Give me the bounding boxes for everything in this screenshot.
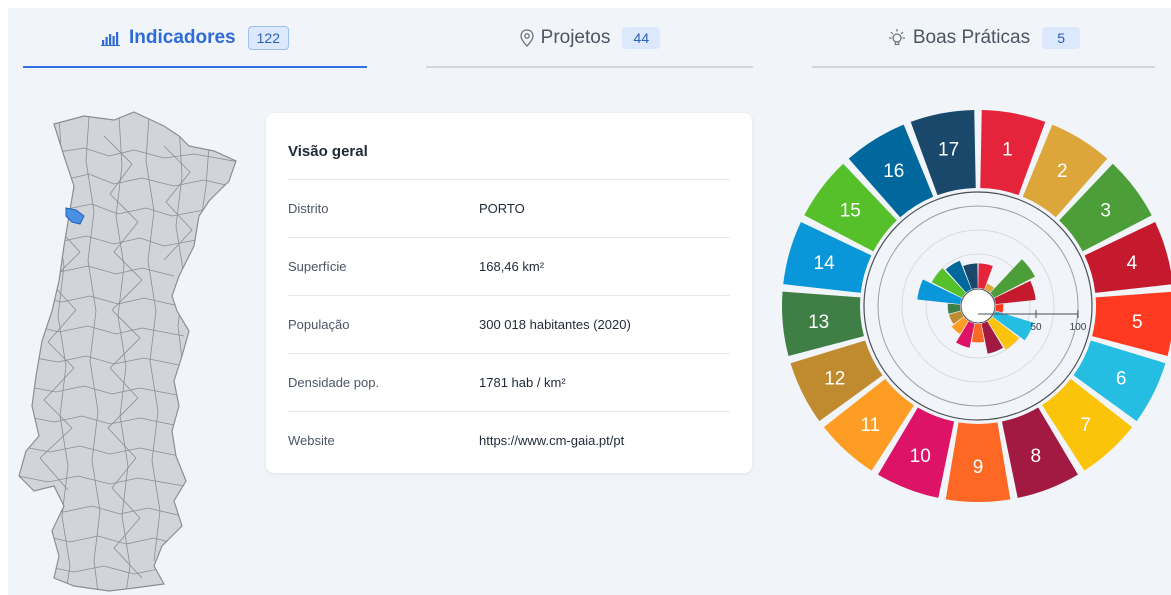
sdg-number-13: 13 (808, 312, 829, 333)
sdg-wheel: 1 2 3 4 5 6 7 8 9 10 11 12 13 14 15 16 17 50 100 (778, 106, 1171, 506)
tab-count-badge: 44 (622, 27, 661, 49)
scale-tick-label: 50 (1030, 322, 1042, 333)
sdg-number-6: 6 (1116, 368, 1127, 389)
tab-count-badge: 5 (1042, 27, 1081, 49)
map-land (18, 111, 237, 592)
overview-card: Visão geral Distrito PORTO Superfície 16… (266, 113, 752, 473)
info-value[interactable]: https://www.cm-gaia.pt/pt (479, 433, 624, 448)
tab-underline (23, 66, 367, 68)
sdg-number-15: 15 (840, 201, 861, 222)
info-label: População (288, 317, 350, 332)
portugal-municipalities-map[interactable] (14, 106, 250, 592)
info-value: 300 018 habitantes (2020) (479, 317, 631, 332)
info-row-website: Website https://www.cm-gaia.pt/pt (288, 411, 730, 470)
info-row-distrito: Distrito PORTO (288, 179, 730, 238)
info-row-superficie: Superfície 168,46 km² (288, 237, 730, 296)
tab-label: Indicadores (128, 27, 236, 48)
tab-count-badge: 122 (247, 26, 289, 50)
tab-indicadores[interactable]: Indicadores 122 (23, 8, 367, 68)
card-title: Visão geral (288, 143, 368, 160)
scale-tick-label: 100 (1070, 322, 1087, 333)
sdg-number-8: 8 (1031, 446, 1042, 467)
tab-label: Boas Práticas (912, 27, 1031, 48)
info-label: Superfície (288, 259, 347, 274)
sdg-number-11: 11 (860, 415, 880, 436)
lightbulb-icon (887, 28, 907, 48)
sdg-number-17: 17 (938, 140, 959, 161)
sdg-number-12: 12 (824, 368, 845, 389)
tab-boas-praticas[interactable]: Boas Práticas 5 (812, 8, 1155, 68)
tab-label: Projetos (540, 27, 611, 48)
info-value: 1781 hab / km² (479, 375, 566, 390)
sdg-number-4: 4 (1127, 253, 1138, 274)
sdg-number-14: 14 (814, 253, 836, 274)
info-row-densidade: Densidade pop. 1781 hab / km² (288, 353, 730, 412)
info-label: Distrito (288, 201, 329, 216)
sdg-number-3: 3 (1100, 201, 1111, 222)
sdg-number-9: 9 (973, 457, 984, 478)
info-label: Densidade pop. (288, 375, 380, 390)
bar-chart-icon (100, 30, 123, 46)
tab-underline (426, 66, 753, 68)
sdg-number-16: 16 (883, 161, 904, 182)
app: Indicadores 122 Projetos 44 Boas Prática… (8, 8, 1171, 595)
wheel-center (960, 288, 996, 324)
sdg-number-5: 5 (1132, 312, 1143, 333)
sdg-number-1: 1 (1002, 140, 1013, 161)
info-value: 168,46 km² (479, 259, 545, 274)
tab-underline (812, 66, 1155, 68)
sdg-number-7: 7 (1081, 415, 1092, 436)
sdg-number-10: 10 (910, 446, 931, 467)
tab-projetos[interactable]: Projetos 44 (426, 8, 753, 68)
info-value: PORTO (479, 201, 525, 216)
info-row-populacao: População 300 018 habitantes (2020) (288, 295, 730, 354)
location-pin-icon (519, 29, 535, 47)
sdg-number-2: 2 (1057, 161, 1068, 182)
info-label: Website (288, 433, 335, 448)
